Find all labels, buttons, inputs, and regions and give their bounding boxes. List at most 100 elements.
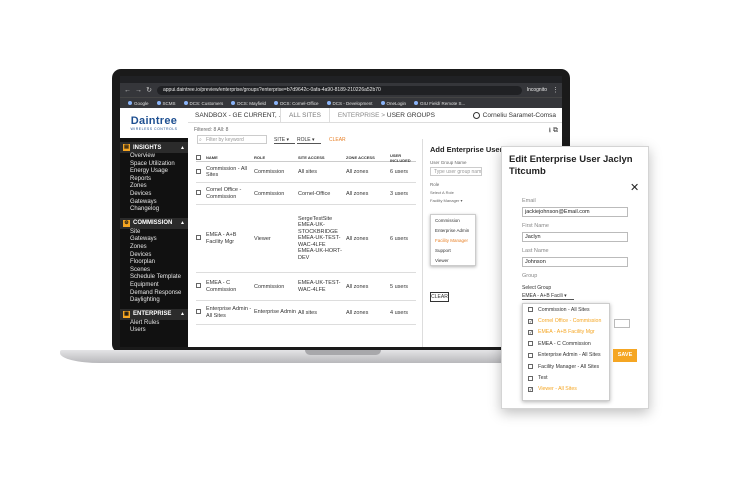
table-row[interactable]: EMEA - A+B Facility Mgr Viewer SergeTest… [196,205,416,273]
column-role[interactable]: ROLE [254,155,298,160]
sidebar-item-users[interactable]: Users [130,327,188,335]
bookmark-item[interactable]: DCS - Development [326,101,373,106]
column-user-included[interactable]: USER INCLUDED [390,153,416,163]
clear-button[interactable]: CLEAR [430,292,449,302]
bookmark-icon [274,101,279,105]
back-icon[interactable]: ← [124,87,131,94]
sidebar-item-devices[interactable]: Devices [130,252,188,260]
user-menu[interactable]: Corneliu Saramet-Comsa [472,111,562,119]
sidebar-section-commission[interactable]: ⚙ COMMISSION ▲ [120,217,188,229]
row-checkbox[interactable] [196,283,201,288]
sidebar-item-gateways[interactable]: Gateways [130,236,188,244]
column-zone-access[interactable]: ZONE ACCESS [346,155,390,160]
group-option[interactable]: ✓ EMEA - A+B Facility Mgr [523,327,609,338]
role-option[interactable]: Enterprise Admin [431,225,475,235]
column-site-access[interactable]: SITE ACCESS [298,155,346,160]
sidebar-item-energy-usage[interactable]: Energy Usage [130,168,188,176]
last-name-field[interactable]: Johnson [522,257,628,267]
sidebar-section-enterprise[interactable]: ▦ ENTERPRISE ▲ [120,308,188,320]
row-checkbox[interactable] [196,309,201,314]
bookmark-item[interactable]: DCS: Mayfield [231,101,266,106]
sidebar-item-equipment[interactable]: Equipment [130,282,188,290]
forward-icon[interactable]: → [135,87,142,94]
sidebar-item-zones[interactable]: Zones [130,183,188,191]
table-row[interactable]: Commission - All Sites Commission All si… [196,162,416,183]
site-filter[interactable]: SITE ▾ [274,137,296,144]
bookmarks-bar: Google SCMS DCS: Customers DCS: Mayfield… [120,97,562,108]
download-icon[interactable]: ⭳ ⧉ [549,126,558,137]
table-row[interactable]: Cornel Office - Commission Commission Co… [196,183,416,205]
sidebar-item-alert-rules[interactable]: Alert Rules [130,320,188,328]
email-field[interactable]: jackiejohnson@Email.com [522,207,628,217]
all-sites-tab[interactable]: ALL SITES [280,107,330,123]
checkbox-checked[interactable]: ✓ [528,329,533,335]
role-option[interactable]: Commission [431,215,475,225]
sidebar-item-demand-response[interactable]: Demand Response [130,290,188,298]
insights-icon: ▤ [123,144,130,151]
bookmark-icon [183,101,188,105]
table-row[interactable]: Enterprise Admin - All Sites Enterprise … [196,301,416,325]
role-option[interactable]: Viewer [431,255,475,265]
group-option[interactable]: Enterprise Admin - All Sites [523,350,609,361]
sidebar-item-site[interactable]: Site [130,229,188,237]
group-option[interactable]: Test [523,372,609,383]
sandbox-selector[interactable]: SANDBOX - GE CURRENT, ... [188,112,280,119]
group-option[interactable]: Commission - All Sites [523,304,609,315]
group-option[interactable]: ✓ Viewer - All Sites [523,384,609,395]
sidebar-item-scenes[interactable]: Scenes [130,267,188,275]
daintree-logo[interactable]: Daintree WIRELESS CONTROLS [120,108,188,138]
checkbox[interactable] [528,307,533,313]
sidebar-item-floorplan[interactable]: Floorplan [130,259,188,267]
enterprise-nav: Alert Rules Users [120,320,188,335]
sidebar-item-schedule-template[interactable]: Schedule Template [130,274,188,282]
bookmark-item[interactable]: SCMS [156,101,176,106]
sidebar-item-zones[interactable]: Zones [130,244,188,252]
bookmark-item[interactable]: GIU Field/ Remote S... [414,101,465,106]
checkbox-checked[interactable]: ✓ [528,386,533,392]
save-button[interactable]: SAVE [613,349,637,362]
group-option[interactable]: EMEA - C Commission [523,338,609,349]
group-option[interactable]: Facility Manager - All Sites [523,361,609,372]
user-icon [472,111,480,119]
incognito-label: Incognito [526,87,547,93]
group-name-input[interactable]: Type user group name [430,167,482,176]
sidebar-item-gateways[interactable]: Gateways [130,199,188,207]
menu-icon[interactable]: ⋮ [552,86,559,94]
checkbox[interactable] [528,364,533,370]
reload-icon[interactable]: ↻ [146,86,152,94]
checkbox-checked[interactable]: ✓ [528,318,533,324]
close-icon[interactable]: ✕ [630,181,639,194]
breadcrumb-enterprise[interactable]: ENTERPRISE [338,112,380,119]
checkbox[interactable] [528,375,533,381]
bookmark-icon [380,101,385,105]
row-checkbox[interactable] [196,235,201,240]
sidebar-item-space-utilization[interactable]: Space Utilization [130,161,188,169]
first-name-field[interactable]: Jaclyn [522,232,628,242]
sidebar-item-reports[interactable]: Reports [130,176,188,184]
column-name[interactable]: NAME [206,155,254,160]
bookmark-item[interactable]: DCS: Customers [183,101,223,106]
group-option[interactable]: ✓ Cornel Office - Commission [523,315,609,326]
search-input[interactable]: ⌕ Filter by keyword [197,135,267,144]
url-field[interactable]: appui.daintree.io/preview/enterprise/gro… [157,85,522,95]
bookmark-item[interactable]: OneLogin [380,101,406,106]
clear-filters-link[interactable]: CLEAR [329,137,346,143]
sidebar-item-overview[interactable]: Overview [130,153,188,161]
group-select[interactable]: EMEA - A+B Facili ▾ [522,293,574,300]
checkbox[interactable] [528,352,533,358]
select-all-checkbox[interactable] [196,154,201,160]
sidebar-item-changelog[interactable]: Changelog [130,206,188,214]
checkbox[interactable] [528,341,533,347]
sidebar-item-daylighting[interactable]: Daylighting [130,297,188,305]
sidebar-section-insights[interactable]: ▤ INSIGHTS ▲ [120,142,188,153]
bookmark-item[interactable]: Google [128,101,149,106]
sidebar-item-devices[interactable]: Devices [130,191,188,199]
bookmark-item[interactable]: DCS: Cornel-Office [274,101,319,106]
row-checkbox[interactable] [196,168,201,174]
role-filter[interactable]: ROLE ▾ [297,137,321,144]
table-row[interactable]: EMEA - C Commission Commission EMEA-UK-T… [196,273,416,301]
row-checkbox[interactable] [196,190,201,195]
chevron-up-icon: ▲ [180,144,185,151]
role-option-selected[interactable]: Facility Manager [431,235,475,245]
role-option[interactable]: Support [431,245,475,255]
